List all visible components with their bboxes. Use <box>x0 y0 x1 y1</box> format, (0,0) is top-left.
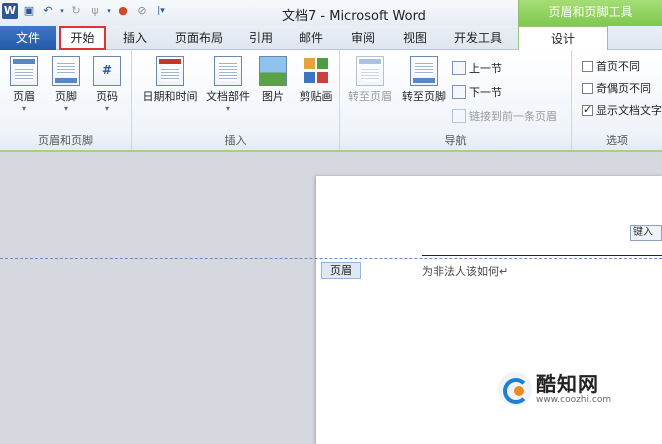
window-title: 文档7 - Microsoft Word <box>282 9 426 24</box>
picture-button[interactable]: 图片 <box>254 56 292 104</box>
save-icon[interactable]: ▣ <box>21 3 37 19</box>
group-label-insert: 插入 <box>224 134 247 147</box>
dropdown-arrow-icon: ▾ <box>225 104 230 113</box>
tab-references[interactable]: 引用 <box>240 26 282 50</box>
previous-section-icon <box>452 61 466 75</box>
quick-access-toolbar: W ▣ ↶ ▾ ↻ ψ ▾ ● ⊘ |▾ <box>2 3 169 19</box>
goto-footer-button[interactable]: 转至页脚 <box>398 56 450 104</box>
watermark-url: www.coozhi.com <box>536 395 612 405</box>
clip-art-icon <box>302 56 330 86</box>
header-tag: 页眉 <box>321 262 361 279</box>
tab-mailings[interactable]: 邮件 <box>290 26 332 50</box>
header-border-line <box>422 255 662 256</box>
next-section-button[interactable]: 下一节 <box>452 84 502 100</box>
goto-footer-icon <box>410 56 438 86</box>
ribbon-tab-row: 文件 开始 插入 页面布局 引用 邮件 审阅 视图 开发工具 设计 <box>0 26 662 51</box>
group-label-options: 选项 <box>606 134 628 147</box>
goto-header-icon <box>356 56 384 86</box>
page-number-button[interactable]: # 页码 ▾ <box>86 56 128 114</box>
tab-design[interactable]: 设计 <box>518 26 608 51</box>
context-tool-group-label: 页眉和页脚工具 <box>518 0 662 26</box>
calendar-clock-icon <box>156 56 184 86</box>
clear-icon[interactable]: ⊘ <box>134 3 150 19</box>
date-time-button[interactable]: 日期和时间 <box>138 56 202 104</box>
group-options: 首页不同 奇偶页不同 显示文档文字 选项 <box>572 50 662 150</box>
undo-icon[interactable]: ↶ <box>40 3 56 19</box>
title-bar: W ▣ ↶ ▾ ↻ ψ ▾ ● ⊘ |▾ 文档7 - Microsoft Wor… <box>0 0 662 26</box>
tab-insert[interactable]: 插入 <box>112 26 158 50</box>
document-workspace: 键入 页眉 为非法人该如何↵ 酷知网 www.coozhi.com <box>0 152 662 444</box>
redo-icon[interactable]: ↻ <box>68 3 84 19</box>
dropdown-arrow-icon[interactable]: ▾ <box>106 3 112 19</box>
header-button[interactable]: 页眉 ▾ <box>3 56 45 114</box>
previous-section-button[interactable]: 上一节 <box>452 60 502 76</box>
format-painter-icon[interactable]: ψ <box>87 3 103 19</box>
checkbox-show-doc-text[interactable] <box>582 103 593 116</box>
doc-parts-icon <box>214 56 242 86</box>
goto-header-button[interactable]: 转至页眉 <box>344 56 396 104</box>
tab-home[interactable]: 开始 <box>59 26 106 50</box>
tab-file[interactable]: 文件 <box>0 26 56 50</box>
header-icon <box>10 56 38 86</box>
tab-review[interactable]: 审阅 <box>342 26 384 50</box>
dropdown-arrow-icon[interactable]: ▾ <box>59 3 65 19</box>
group-label-header-footer: 页眉和页脚 <box>38 134 93 147</box>
picture-icon <box>259 56 287 86</box>
dropdown-arrow-icon: ▾ <box>21 104 26 113</box>
tab-page-layout[interactable]: 页面布局 <box>164 26 234 50</box>
ribbon: 页眉 ▾ 页脚 ▾ # 页码 ▾ 页眉和页脚 日期和时间 文档部件 ▾ 图片 剪… <box>0 50 662 152</box>
watermark-name: 酷知网 <box>536 372 599 396</box>
color-icon[interactable]: ● <box>115 3 131 19</box>
page-number-icon: # <box>93 56 121 86</box>
dropdown-arrow-icon: ▾ <box>63 104 68 113</box>
header-boundary-line <box>0 258 662 259</box>
checkbox-different-odd-even[interactable] <box>582 82 593 94</box>
word-logo-icon[interactable]: W <box>2 3 18 19</box>
group-navigation: 转至页眉 转至页脚 上一节 下一节 链接到前一条页眉 导航 <box>340 50 572 150</box>
different-first-page-checkbox[interactable]: 首页不同 <box>582 58 640 74</box>
link-icon <box>452 109 466 123</box>
group-header-footer: 页眉 ▾ 页脚 ▾ # 页码 ▾ 页眉和页脚 <box>0 50 132 150</box>
footer-button[interactable]: 页脚 ▾ <box>45 56 87 114</box>
watermark: 酷知网 www.coozhi.com <box>498 372 611 406</box>
clip-art-button[interactable]: 剪贴画 <box>294 56 338 104</box>
link-to-previous-button[interactable]: 链接到前一条页眉 <box>452 108 557 124</box>
customize-icon[interactable]: |▾ <box>153 3 169 19</box>
type-text-placeholder[interactable]: 键入 <box>630 225 662 241</box>
show-document-text-checkbox[interactable]: 显示文档文字 <box>582 102 662 118</box>
dropdown-arrow-icon: ▾ <box>104 104 109 113</box>
coozhi-logo-icon <box>498 372 532 406</box>
header-content-text[interactable]: 为非法人该如何↵ <box>422 263 508 279</box>
footer-icon <box>52 56 80 86</box>
next-section-icon <box>452 85 466 99</box>
tab-view[interactable]: 视图 <box>394 26 436 50</box>
group-insert: 日期和时间 文档部件 ▾ 图片 剪贴画 插入 <box>132 50 340 150</box>
checkbox-different-first[interactable] <box>582 60 593 72</box>
group-label-navigation: 导航 <box>444 134 467 147</box>
tab-developer[interactable]: 开发工具 <box>444 26 512 50</box>
different-odd-even-checkbox[interactable]: 奇偶页不同 <box>582 80 651 96</box>
doc-parts-button[interactable]: 文档部件 ▾ <box>202 56 254 114</box>
